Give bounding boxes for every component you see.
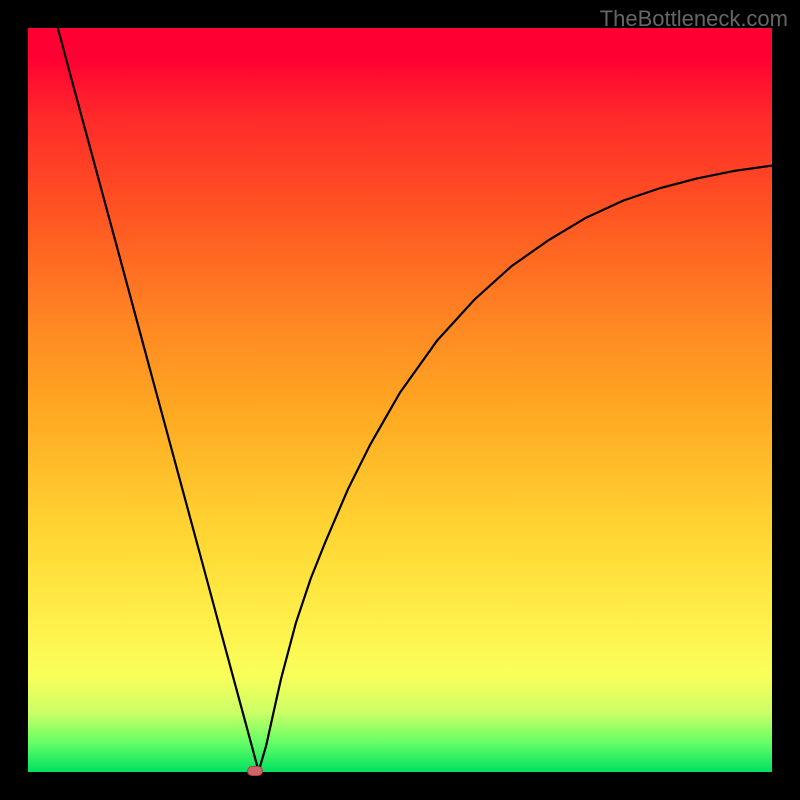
curve-svg (28, 28, 772, 772)
chart-frame (28, 28, 772, 772)
watermark-text: TheBottleneck.com (600, 6, 788, 32)
bottleneck-curve (58, 28, 772, 771)
plot-area (28, 28, 772, 772)
minimum-marker (247, 766, 263, 776)
